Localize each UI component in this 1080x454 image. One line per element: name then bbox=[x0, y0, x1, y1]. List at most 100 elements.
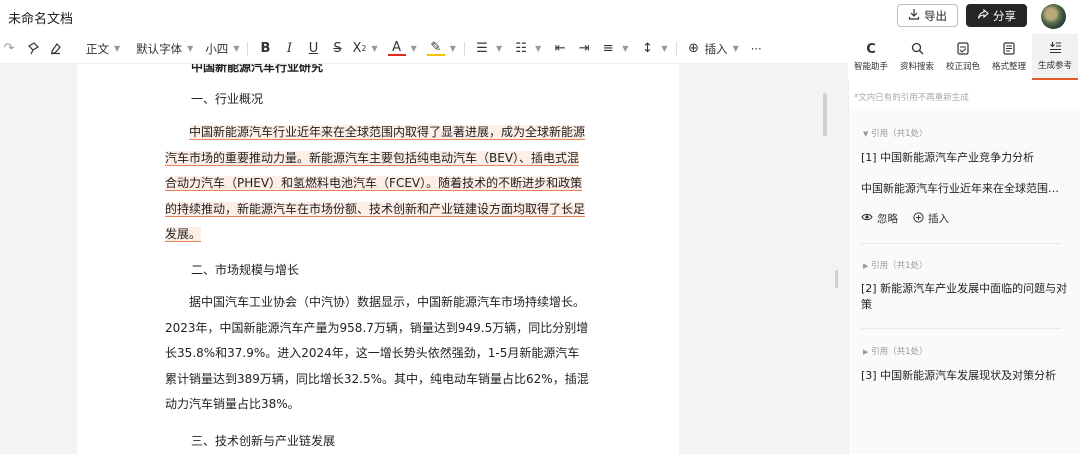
proofread-icon bbox=[957, 42, 969, 57]
align-icon[interactable]: ≡ ▼ bbox=[599, 34, 629, 64]
more-menu[interactable]: ··· bbox=[751, 34, 762, 64]
user-avatar[interactable] bbox=[1041, 4, 1066, 29]
editor-scrollbar[interactable] bbox=[823, 93, 827, 136]
more-icon: ··· bbox=[750, 41, 762, 56]
chevron-down-icon: ▼ bbox=[495, 44, 503, 53]
chevron-down-icon: ▼ bbox=[371, 44, 378, 53]
font-size-value: 小四 bbox=[205, 41, 229, 56]
indent-icon[interactable]: ⇥ bbox=[575, 34, 593, 64]
citation-list: ▼ 引用（共1处） [1] 中国新能源汽车产业竞争力分析 中国新能源汽车行业近年… bbox=[849, 108, 1080, 454]
format-painter-icon[interactable] bbox=[24, 34, 42, 64]
tab-label: 资料搜索 bbox=[899, 62, 934, 72]
citation-divider bbox=[861, 243, 1061, 244]
font-family-value: 默认字体 bbox=[136, 41, 183, 56]
caret-down-icon: ▼ bbox=[863, 130, 869, 138]
caret-right-icon: ▶ bbox=[863, 348, 869, 356]
citation-snippet[interactable]: 中国新能源汽车行业近年来在全球范围内取得了显著进展 bbox=[861, 180, 1061, 196]
export-icon bbox=[908, 8, 920, 23]
chevron-down-icon: ▼ bbox=[661, 44, 668, 53]
paragraph-style-value: 正文 bbox=[86, 41, 109, 56]
subscript-icon[interactable]: X 2 ▼ bbox=[352, 34, 377, 64]
citation-group-toggle[interactable]: ▶ 引用（共1处） bbox=[863, 259, 928, 271]
insert-citation-button[interactable]: 插入 bbox=[913, 211, 949, 226]
citation-divider bbox=[861, 328, 1061, 329]
citation-group-toggle[interactable]: ▶ 引用（共1处） bbox=[863, 345, 928, 357]
ignore-label: 忽略 bbox=[877, 213, 898, 225]
font-size-select[interactable]: 小四 ▼ bbox=[205, 34, 239, 64]
panel-resize-handle[interactable] bbox=[835, 270, 838, 288]
citation-count: 引用（共1处） bbox=[871, 347, 928, 357]
citation-title[interactable]: [1] 中国新能源汽车产业竞争力分析 bbox=[861, 150, 1071, 166]
assistant-logo-icon: C bbox=[866, 42, 876, 57]
tab-proofread[interactable]: 校正润色 bbox=[940, 34, 986, 80]
ignore-button[interactable]: 忽略 bbox=[861, 211, 898, 226]
strikethrough-icon[interactable]: S bbox=[328, 34, 346, 64]
formatting-toolbar: ↷ 正文 ▼ 默认字体 ▼ 小四 ▼ B I U S X 2 ▼ A ▼ ✎ ▼ ☰ ▼ ☷ ▼ … bbox=[0, 34, 848, 64]
toolbar-divider bbox=[675, 41, 677, 56]
highlighted-citation-text[interactable]: 中国新能源汽车行业近年来在全球范围内取得了显著进展，成为全球新能源汽车市场的重要… bbox=[165, 125, 586, 242]
tab-label: 校正润色 bbox=[945, 62, 980, 72]
chevron-down-icon: ▼ bbox=[535, 44, 542, 53]
format-icon bbox=[1003, 42, 1015, 57]
chevron-down-icon: ▼ bbox=[732, 44, 739, 53]
insert-menu-label: 插入 bbox=[704, 41, 728, 56]
citation-count: 引用（共1处） bbox=[871, 129, 928, 139]
citation-title[interactable]: [3] 中国新能源汽车发展现状及对策分析 bbox=[861, 368, 1071, 384]
clear-format-icon[interactable] bbox=[46, 34, 64, 64]
toolbar-divider bbox=[247, 41, 249, 56]
insert-label: 插入 bbox=[928, 213, 949, 225]
chevron-down-icon: ▼ bbox=[187, 44, 194, 53]
chevron-down-icon: ▼ bbox=[449, 44, 456, 53]
chevron-down-icon: ▼ bbox=[114, 44, 121, 53]
share-icon bbox=[977, 8, 989, 23]
highlight-color-icon[interactable]: ✎ ▼ bbox=[426, 34, 456, 64]
search-icon bbox=[911, 42, 924, 57]
tab-format-cleanup[interactable]: 格式整理 bbox=[986, 34, 1032, 80]
tab-label: 格式整理 bbox=[991, 62, 1026, 72]
redo-icon[interactable]: ↷ bbox=[0, 34, 18, 64]
paragraph-1[interactable]: 中国新能源汽车行业近年来在全球范围内取得了显著进展，成为全球新能源汽车市场的重要… bbox=[165, 120, 590, 248]
numbered-list-icon[interactable]: ☷ ▼ bbox=[512, 34, 541, 64]
outdent-icon[interactable]: ⇤ bbox=[551, 34, 569, 64]
tab-smart-assistant[interactable]: C 智能助手 bbox=[848, 34, 894, 80]
eye-icon bbox=[861, 212, 873, 225]
font-family-select[interactable]: 默认字体 ▼ bbox=[136, 34, 193, 64]
font-color-icon[interactable]: A ▼ bbox=[387, 34, 417, 64]
plus-circle-icon bbox=[913, 211, 924, 226]
insert-menu[interactable]: ⊕ 插入 ▼ bbox=[685, 34, 739, 64]
tab-label: 生成参考 bbox=[1037, 61, 1072, 71]
toolbar-divider bbox=[463, 41, 465, 56]
document-heading: 中国新能源汽车行业研究 bbox=[191, 64, 324, 74]
tab-material-search[interactable]: 资料搜索 bbox=[894, 34, 940, 80]
paragraph-2[interactable]: 据中国汽车工业协会（中汽协）数据显示，中国新能源汽车市场持续增长。2023年，中… bbox=[165, 290, 590, 418]
citation-count: 引用（共1处） bbox=[871, 261, 928, 271]
reference-icon bbox=[1049, 41, 1062, 56]
export-label: 导出 bbox=[924, 8, 947, 23]
citation-title[interactable]: [2] 新能源汽车产业发展中面临的问题与对策 bbox=[861, 281, 1071, 313]
title-bar: 未命名文档 导出 分享 bbox=[0, 0, 1080, 34]
chevron-down-icon: ▼ bbox=[410, 44, 417, 53]
tab-label: 智能助手 bbox=[853, 62, 888, 72]
document-title[interactable]: 未命名文档 bbox=[8, 8, 73, 27]
underline-icon[interactable]: U bbox=[304, 34, 322, 64]
bold-icon[interactable]: B bbox=[256, 34, 274, 64]
line-spacing-icon[interactable]: ↕ ▼ bbox=[638, 34, 668, 64]
side-panel-tabs: C 智能助手 资料搜索 校正润色 格式整理 生成参考 bbox=[848, 34, 1080, 80]
document-page[interactable]: 中国新能源汽车行业研究 一、行业概况 中国新能源汽车行业近年来在全球范围内取得了… bbox=[77, 64, 679, 454]
citation-group-toggle[interactable]: ▼ 引用（共1处） bbox=[863, 127, 928, 139]
share-button[interactable]: 分享 bbox=[966, 4, 1027, 27]
reference-panel: *文内已有的引用不再重新生成 ▼ 引用（共1处） [1] 中国新能源汽车产业竞争… bbox=[848, 80, 1080, 454]
plus-circle-icon: ⊕ bbox=[688, 41, 700, 56]
tab-generate-reference[interactable]: 生成参考 bbox=[1032, 34, 1078, 80]
export-button[interactable]: 导出 bbox=[897, 4, 958, 27]
panel-hint: *文内已有的引用不再重新生成 bbox=[854, 93, 969, 103]
caret-right-icon: ▶ bbox=[863, 262, 869, 270]
bullet-list-icon[interactable]: ☰ ▼ bbox=[473, 34, 502, 64]
chevron-down-icon: ▼ bbox=[233, 44, 240, 53]
section-heading-1: 一、行业概况 bbox=[191, 92, 264, 106]
share-label: 分享 bbox=[993, 8, 1016, 23]
section-heading-2: 二、市场规模与增长 bbox=[191, 263, 300, 277]
paragraph-style-select[interactable]: 正文 ▼ bbox=[86, 34, 120, 64]
chevron-down-icon: ▼ bbox=[622, 44, 629, 53]
italic-icon[interactable]: I bbox=[280, 34, 298, 64]
